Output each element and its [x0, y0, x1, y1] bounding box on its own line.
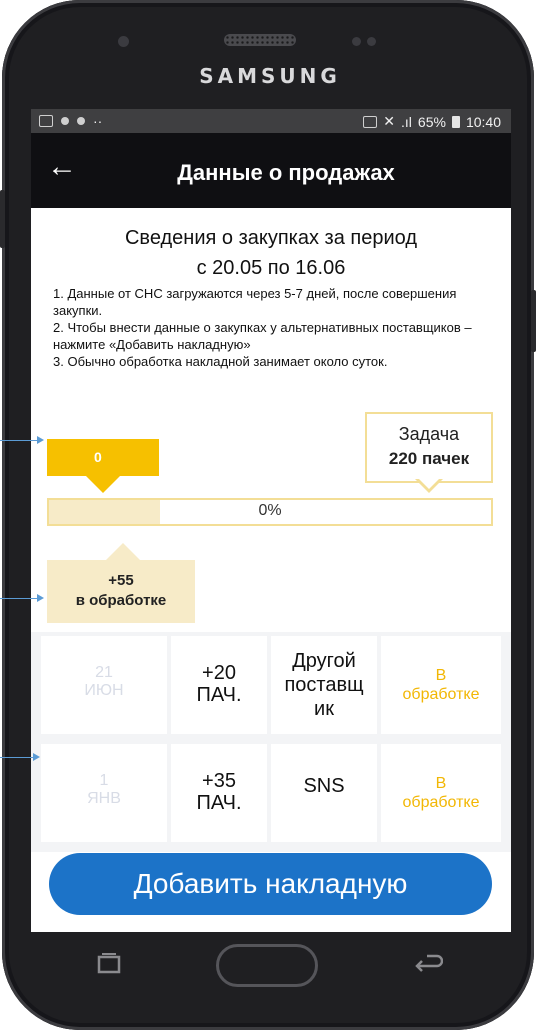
- note-item: 1. Данные от СНС загружаются через 5-7 д…: [53, 286, 457, 318]
- earpiece-speaker: [224, 34, 296, 46]
- purchase-status: В обработке: [381, 744, 501, 842]
- list-item[interactable]: 1 ЯНВ +35 ПАЧ. SNS В обработке: [41, 744, 501, 842]
- period-dates: с 20.05 по 16.06: [196, 257, 346, 279]
- side-button: [0, 190, 5, 248]
- purchase-status: В обработке: [381, 636, 501, 734]
- purchase-supplier: Другой поставщ ик: [271, 636, 377, 734]
- annotation-arrow: [0, 440, 38, 441]
- purchase-month: ИЮН: [84, 682, 124, 699]
- target-box: Задача 220 пачек: [365, 412, 493, 483]
- mute-icon: ✕: [383, 113, 396, 129]
- clock: 10:40: [465, 113, 501, 130]
- qty-value: +20: [202, 662, 236, 684]
- screen: ·· ✕ .ıl 65% 10:40 ← Данные о продажах С…: [31, 109, 511, 932]
- purchase-supplier: SNS: [271, 744, 377, 842]
- note-item: 3. Обычно обработка накладной занимает о…: [53, 354, 388, 369]
- annotation-arrowhead: [33, 753, 40, 761]
- current-value-pointer: [86, 476, 120, 493]
- note-item: 2. Чтобы внести данные о закупках у альт…: [53, 320, 472, 352]
- cast-icon: [363, 115, 378, 128]
- status-line: обработке: [402, 686, 480, 703]
- current-value-tag: 0: [47, 439, 159, 476]
- recent-apps-icon[interactable]: [97, 952, 121, 974]
- annotation-arrowhead: [37, 436, 44, 444]
- qty-unit: ПАЧ.: [196, 684, 242, 706]
- signal-icon: .ıl: [401, 113, 412, 130]
- home-button[interactable]: [216, 944, 318, 987]
- period-heading: Сведения о закупках за период: [124, 227, 418, 249]
- pending-value: +55: [108, 572, 134, 589]
- info-notes: 1. Данные от СНС загружаются через 5-7 д…: [53, 285, 493, 370]
- sensor: [367, 37, 376, 46]
- brand-logo: SAMSUNG: [199, 64, 341, 88]
- purchase-day: 1: [99, 772, 109, 789]
- qty-value: +35: [202, 770, 236, 792]
- supplier-name: SNS: [303, 775, 345, 797]
- target-pointer-inner: [418, 478, 440, 489]
- sensor: [352, 37, 361, 46]
- status-line: обработке: [402, 794, 480, 811]
- current-value: 0: [94, 449, 102, 465]
- annotation-arrow: [0, 757, 34, 758]
- add-invoice-button[interactable]: Добавить накладную: [49, 853, 492, 915]
- pending-label: в обработке: [75, 592, 167, 609]
- purchase-day: 21: [95, 664, 113, 681]
- page-title: Данные о продажах: [177, 160, 395, 185]
- annotation-arrow: [0, 598, 38, 599]
- app-bar: ← Данные о продажах: [31, 133, 511, 208]
- status-bar: ·· ✕ .ıl 65% 10:40: [31, 109, 511, 133]
- purchase-date: 21 ИЮН: [41, 636, 167, 734]
- annotation-arrowhead: [37, 594, 44, 602]
- progress-bar: 0%: [47, 498, 493, 526]
- purchase-month: ЯНВ: [87, 790, 121, 807]
- more-notifications-icon: ··: [93, 113, 103, 129]
- purchase-qty: +20 ПАЧ.: [171, 636, 267, 734]
- target-label: Задача: [398, 424, 460, 444]
- purchase-qty: +35 ПАЧ.: [171, 744, 267, 842]
- progress-percent: 0%: [258, 502, 282, 519]
- purchase-date: 1 ЯНВ: [41, 744, 167, 842]
- qty-unit: ПАЧ.: [196, 792, 242, 814]
- supplier-name: Другой поставщ ик: [284, 650, 364, 720]
- pending-pointer: [106, 543, 140, 560]
- list-item[interactable]: 21 ИЮН +20 ПАЧ. Другой поставщ ик В обра…: [41, 636, 501, 734]
- status-line: В: [435, 775, 447, 792]
- target-value: 220 пачек: [388, 449, 470, 468]
- notification-icon: [77, 117, 85, 125]
- side-button: [531, 290, 536, 352]
- back-icon[interactable]: [413, 952, 444, 974]
- battery-percent: 65%: [417, 113, 446, 130]
- gallery-notification-icon: [39, 115, 53, 127]
- battery-icon: [451, 115, 460, 128]
- notification-icon: [61, 117, 69, 125]
- status-line: В: [435, 667, 447, 684]
- purchase-list: 21 ИЮН +20 ПАЧ. Другой поставщ ик В обра…: [31, 632, 511, 852]
- pending-badge: +55 в обработке: [47, 560, 195, 623]
- front-camera: [118, 36, 129, 47]
